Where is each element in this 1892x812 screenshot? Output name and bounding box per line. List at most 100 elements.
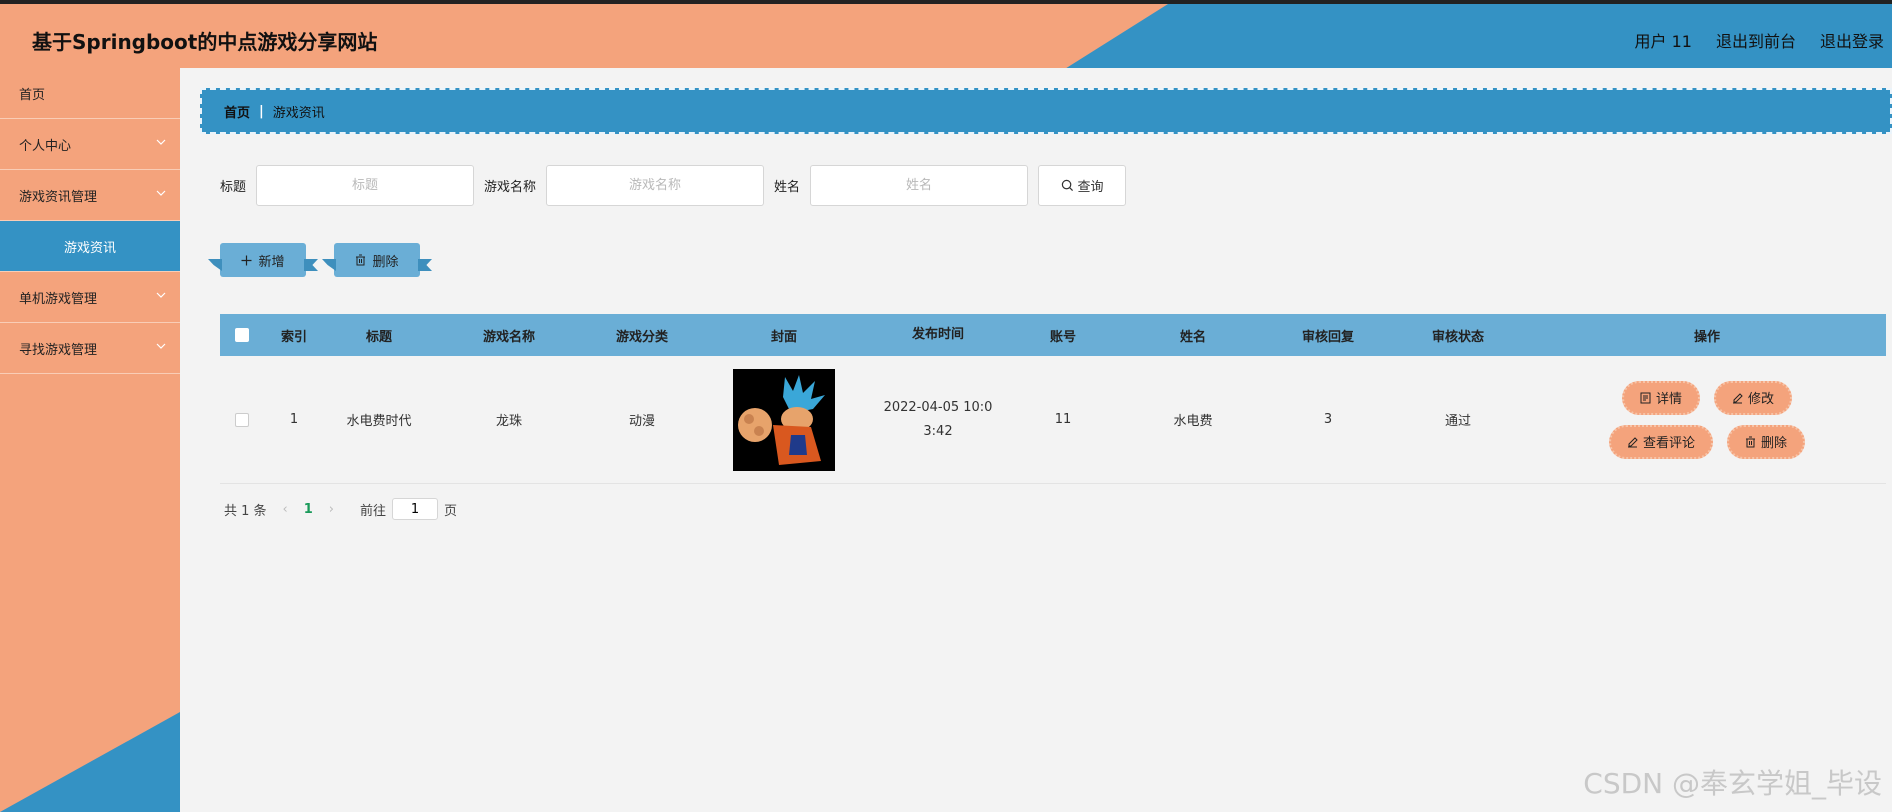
header-account: 账号 — [1049, 329, 1076, 345]
pencil-icon — [1733, 392, 1743, 403]
chevron-down-icon — [156, 343, 166, 349]
view-comments-button[interactable]: 查看评论 — [1608, 424, 1713, 459]
plus-icon — [241, 255, 252, 265]
select-all-cell — [220, 328, 264, 342]
game-name-input[interactable] — [546, 165, 765, 206]
detail-button-label: 详情 — [1655, 392, 1682, 407]
sidebar-item-news[interactable]: 游戏资讯 — [0, 221, 180, 272]
delete-button-label: 删除 — [1761, 436, 1788, 451]
action-buttons: 新增 删除 — [220, 243, 420, 277]
sidebar-item-personal-center[interactable]: 个人中心 — [0, 119, 180, 170]
add-button[interactable]: 新增 — [220, 243, 306, 277]
sidebar-item-label: 单机游戏管理 — [19, 291, 98, 307]
delete-button[interactable]: 删除 — [1727, 424, 1806, 459]
header-review-status: 审核状态 — [1431, 329, 1484, 345]
pencil-icon — [1627, 436, 1638, 447]
breadcrumb-home[interactable]: 首页 — [224, 102, 250, 121]
sidebar-item-news-management[interactable]: 游戏资讯管理 — [0, 170, 180, 221]
game-name-label: 游戏名称 — [484, 180, 537, 195]
cell-title: 水电费时代 — [346, 414, 412, 429]
site-title: 基于Springboot的中点游戏分享网站 — [32, 30, 378, 54]
trash-icon — [356, 254, 366, 266]
user-label[interactable]: 用户 11 — [1635, 28, 1692, 52]
page-jump-input[interactable] — [392, 498, 439, 520]
trash-icon — [1746, 436, 1755, 447]
sidebar-item-label: 游戏资讯管理 — [19, 189, 98, 205]
sidebar-item-label: 寻找游戏管理 — [19, 342, 98, 358]
header-cover: 封面 — [770, 329, 797, 345]
breadcrumb-separator: | — [259, 103, 264, 119]
cell-cover — [700, 368, 868, 471]
cover-art-icon — [733, 368, 835, 471]
watermark: CSDN @奉玄学姐_毕设 — [1583, 767, 1882, 800]
detail-button[interactable]: 详情 — [1621, 380, 1700, 415]
sidebar-item-single-game-management[interactable]: 单机游戏管理 — [0, 272, 180, 323]
edit-button-label: 修改 — [1748, 392, 1775, 407]
title-input[interactable] — [256, 165, 475, 206]
header-operations: 操作 — [1693, 329, 1720, 345]
page-jumper: 前往 页 — [360, 498, 457, 520]
query-button-label: 查询 — [1077, 180, 1104, 195]
cell-index: 1 — [289, 412, 299, 427]
chevron-down-icon — [156, 139, 166, 145]
publish-time-line1: 2022-04-05 10:0 — [883, 399, 993, 415]
cell-operations: 详情 修改 查看评论 删除 — [1528, 380, 1886, 459]
header-nav: 用户 11 退出到前台 退出登录 — [1635, 28, 1884, 52]
page-number-current[interactable]: 1 — [304, 502, 313, 517]
header-name: 姓名 — [1179, 329, 1206, 345]
goto-label: 前往 — [360, 503, 387, 519]
sidebar-item-label: 个人中心 — [19, 138, 72, 154]
page-suffix-label: 页 — [444, 503, 458, 519]
operations-group: 详情 修改 查看评论 删除 — [1597, 380, 1817, 459]
search-form: 标题 游戏名称 姓名 查询 — [220, 165, 1127, 206]
pagination: 共 1 条 ‹ 1 › 前往 页 — [224, 498, 457, 520]
query-button[interactable]: 查询 — [1038, 165, 1127, 206]
search-icon — [1061, 179, 1073, 192]
cell-account: 11 — [1054, 412, 1072, 427]
batch-delete-button[interactable]: 删除 — [334, 243, 420, 277]
header-index: 索引 — [280, 329, 307, 345]
main-content: 首页 | 游戏资讯 标题 游戏名称 姓名 查询 新增 删除 索引 标题 游戏名称 — [180, 68, 1892, 812]
chevron-down-icon — [156, 292, 166, 298]
sidebar-item-label: 首页 — [19, 87, 46, 103]
cell-review-reply: 3 — [1323, 412, 1333, 427]
cell-publish-time: 2022-04-05 10:0 3:42 — [868, 396, 1008, 444]
table-header: 索引 标题 游戏名称 游戏分类 封面 发布时间 账号 姓名 审核回复 审核状态 … — [220, 314, 1886, 356]
header-game-name: 游戏名称 — [482, 329, 535, 345]
cell-game-name: 龙珠 — [495, 414, 522, 429]
select-all-checkbox[interactable] — [235, 328, 249, 342]
header-publish-time: 发布时间 — [911, 327, 964, 342]
sidebar-item-find-game-management[interactable]: 寻找游戏管理 — [0, 323, 180, 374]
cell-name: 水电费 — [1173, 414, 1213, 429]
top-header: 基于Springboot的中点游戏分享网站 用户 11 退出到前台 退出登录 — [0, 0, 1892, 68]
header-title: 标题 — [365, 329, 392, 345]
sidebar-item-home[interactable]: 首页 — [0, 68, 180, 119]
chevron-down-icon — [156, 190, 166, 196]
row-checkbox[interactable] — [235, 412, 249, 427]
breadcrumb: 首页 | 游戏资讯 — [200, 88, 1892, 134]
next-page-button[interactable]: › — [329, 502, 334, 517]
header-category: 游戏分类 — [615, 329, 668, 345]
batch-delete-button-label: 删除 — [372, 254, 399, 270]
name-input[interactable] — [810, 165, 1029, 206]
header-review-reply: 审核回复 — [1301, 329, 1354, 345]
logout-link[interactable]: 退出登录 — [1820, 28, 1884, 52]
back-to-front-link[interactable]: 退出到前台 — [1716, 28, 1796, 52]
sidebar-corner-decoration — [0, 712, 180, 812]
add-button-label: 新增 — [258, 254, 285, 270]
total-count: 共 1 条 — [224, 503, 267, 519]
news-table: 索引 标题 游戏名称 游戏分类 封面 发布时间 账号 姓名 审核回复 审核状态 … — [220, 314, 1886, 484]
sidebar-item-label: 游戏资讯 — [63, 240, 116, 256]
edit-button[interactable]: 修改 — [1714, 380, 1793, 415]
name-label: 姓名 — [774, 180, 801, 195]
view-comments-button-label: 查看评论 — [1642, 436, 1695, 451]
cover-image[interactable] — [733, 368, 835, 471]
row-select-cell — [220, 412, 264, 427]
prev-page-button[interactable]: ‹ — [283, 502, 288, 517]
table-row: 1 水电费时代 龙珠 动漫 2022-04-05 10:0 3:42 11 水电… — [220, 356, 1886, 484]
publish-time-line2: 3:42 — [923, 423, 953, 439]
document-icon — [1640, 392, 1651, 403]
title-label: 标题 — [220, 180, 247, 195]
cell-review-status: 通过 — [1444, 414, 1471, 429]
cell-category: 动漫 — [628, 414, 655, 429]
